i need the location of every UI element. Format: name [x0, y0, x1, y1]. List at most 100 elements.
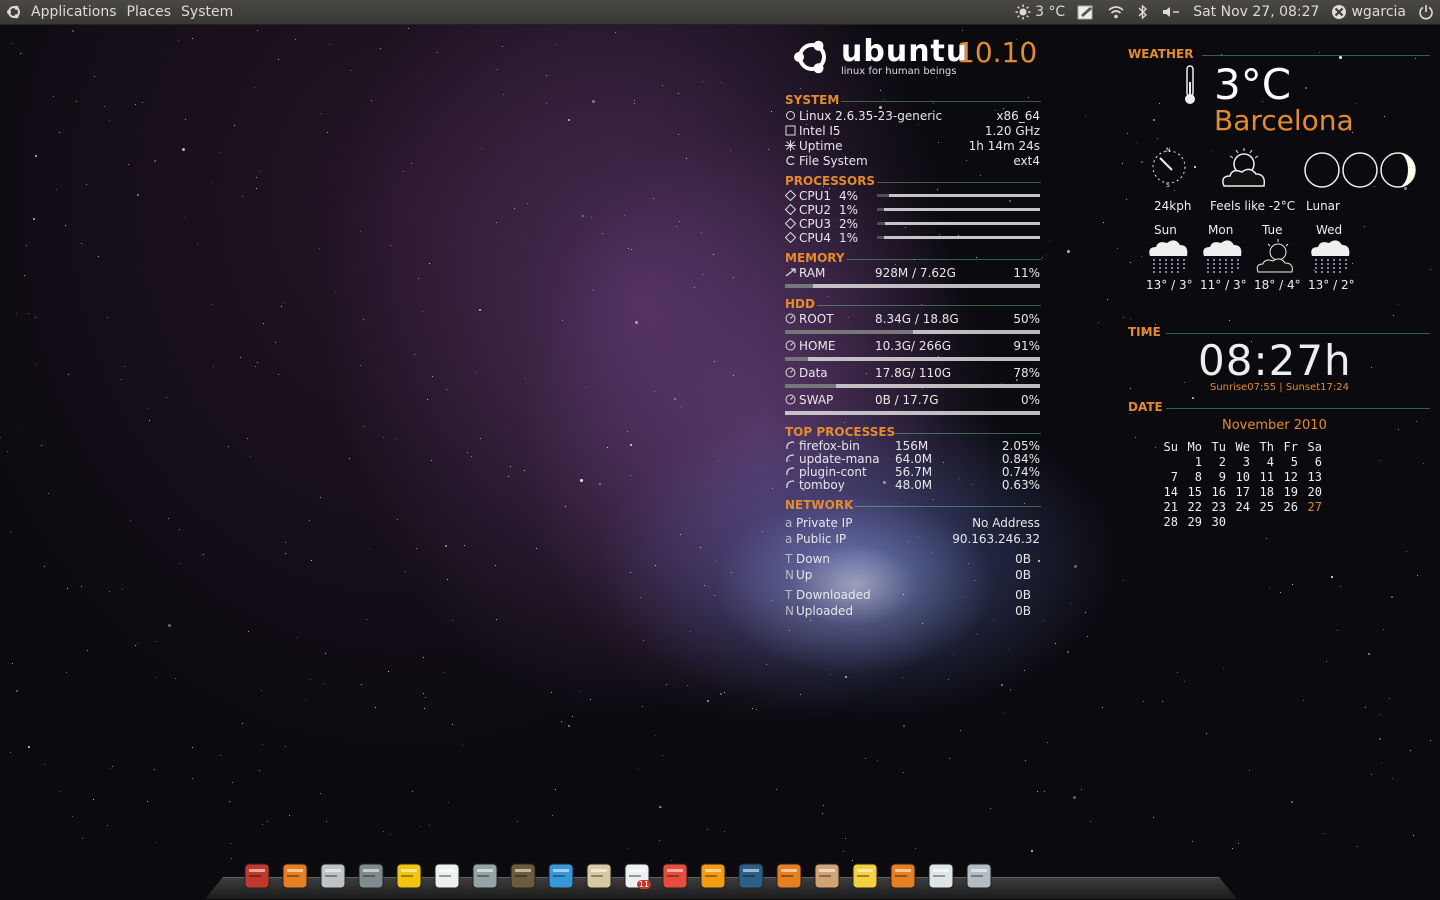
star	[845, 676, 847, 678]
star	[185, 217, 186, 218]
star	[655, 735, 656, 736]
star	[615, 32, 616, 33]
star	[1371, 774, 1372, 775]
star	[1391, 596, 1393, 598]
folder-icon[interactable]	[810, 860, 844, 892]
memory-row: RAM 928M / 7.62G 11%	[785, 266, 1041, 280]
system-label: Intel I5	[799, 124, 841, 138]
calendar-weekday: Su	[1163, 440, 1178, 454]
star	[65, 225, 66, 226]
firefox-icon[interactable]	[278, 860, 312, 892]
star	[687, 685, 688, 686]
cpu-percent: 2%	[839, 217, 859, 231]
weather-indicator[interactable]: 3 °C	[1009, 0, 1071, 24]
star	[59, 132, 60, 133]
camera-icon[interactable]	[468, 860, 502, 892]
star	[481, 148, 482, 149]
tablet-icon[interactable]	[354, 860, 388, 892]
trash-icon[interactable]	[962, 860, 996, 892]
home-icon[interactable]	[886, 860, 920, 892]
star	[634, 100, 635, 101]
star	[98, 256, 99, 257]
star	[319, 248, 320, 249]
address-book-icon[interactable]	[582, 860, 616, 892]
star	[634, 103, 635, 104]
menu-places[interactable]: Places	[122, 0, 177, 24]
firefox-alt-icon[interactable]	[772, 860, 806, 892]
ubuntu-logo-icon[interactable]	[6, 4, 22, 20]
system-row: Intel I5 1.20 GHz	[785, 124, 1041, 138]
calendar-day: 13	[1307, 470, 1322, 484]
star	[1212, 150, 1213, 151]
star	[76, 101, 77, 102]
star	[1067, 651, 1069, 653]
star	[980, 175, 981, 176]
star	[1003, 713, 1004, 714]
cpu-bar-fill	[877, 222, 886, 225]
star	[36, 364, 37, 365]
wifi-indicator[interactable]	[1101, 0, 1131, 24]
user-indicator[interactable]: wgarcia	[1325, 0, 1412, 24]
star	[640, 597, 641, 598]
bluetooth-indicator[interactable]	[1131, 0, 1155, 24]
terminal-icon[interactable]	[240, 860, 274, 892]
volume-indicator[interactable]	[1155, 0, 1187, 24]
calculator-icon[interactable]	[316, 860, 350, 892]
star	[1232, 848, 1233, 849]
star	[250, 456, 251, 457]
ruler-icon[interactable]	[658, 860, 692, 892]
star	[707, 700, 709, 702]
image-viewer-icon[interactable]	[392, 860, 426, 892]
star	[363, 319, 364, 320]
calendar-day: 21	[1163, 500, 1178, 514]
star	[420, 826, 421, 827]
window-icon[interactable]	[924, 860, 958, 892]
star	[192, 778, 193, 779]
star	[654, 391, 655, 392]
clock-indicator[interactable]: Sat Nov 27, 08:27	[1187, 0, 1325, 24]
star	[1430, 740, 1431, 741]
calendar-day: 29	[1187, 515, 1202, 529]
mail-icon[interactable]	[696, 860, 730, 892]
disk-icon	[785, 340, 796, 351]
system-monitor-icon[interactable]: 11	[620, 860, 654, 892]
star	[718, 460, 719, 461]
menu-applications[interactable]: Applications	[26, 0, 122, 24]
thermometer-icon	[1185, 65, 1195, 104]
gimp-icon[interactable]	[506, 860, 540, 892]
system-label: Linux 2.6.35-23-generic	[799, 109, 943, 123]
star	[1331, 576, 1333, 578]
sun-cloud-icon	[1254, 236, 1298, 276]
phone-icon[interactable]	[544, 860, 578, 892]
star	[228, 446, 229, 447]
notes-icon[interactable]	[848, 860, 882, 892]
star	[248, 631, 249, 632]
star	[1067, 250, 1070, 253]
star	[267, 821, 268, 822]
star	[179, 529, 180, 530]
star	[1126, 199, 1127, 200]
hdd-row: HOME 10.3G/ 266G 91%	[785, 339, 1041, 353]
city-name: Barcelona	[1214, 104, 1354, 137]
network-label: Private IP	[796, 516, 853, 530]
dock: 11	[240, 860, 996, 896]
digital-clock: 08:27h	[1198, 336, 1352, 385]
activity-monitor-icon[interactable]	[734, 860, 768, 892]
star	[397, 519, 398, 520]
star	[361, 684, 362, 685]
volume-icon	[1163, 7, 1180, 17]
star	[1192, 397, 1194, 399]
system-value: 1.20 GHz	[984, 124, 1040, 138]
notes-indicator[interactable]	[1071, 0, 1101, 24]
star	[335, 292, 336, 293]
star	[642, 706, 643, 707]
session-indicator[interactable]	[1412, 0, 1440, 24]
star	[192, 38, 193, 39]
star	[922, 623, 923, 624]
rain-cloud-icon	[1146, 236, 1190, 276]
text-editor-icon[interactable]	[430, 860, 464, 892]
process-mem: 56.7M	[895, 465, 933, 479]
star	[311, 560, 312, 561]
star	[467, 452, 468, 453]
menu-system[interactable]: System	[176, 0, 238, 24]
